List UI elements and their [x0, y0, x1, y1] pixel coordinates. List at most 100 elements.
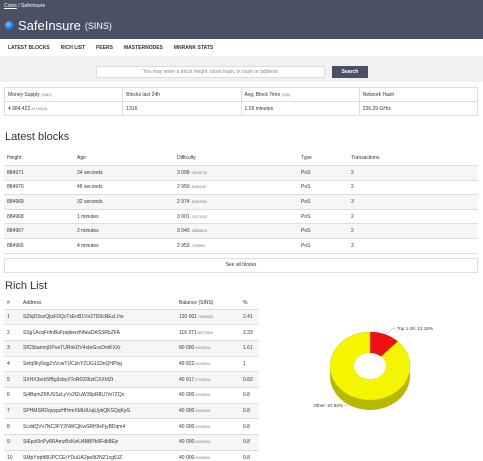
- latest-blocks-table: Height Age Difficulty Type Transactions …: [4, 151, 478, 254]
- rich-address[interactable]: Sefq9ky5qgZsVcwTUCshYZUG1S3nQHPbg: [20, 356, 176, 373]
- search-input[interactable]: You may enter a block height, block hash…: [96, 66, 325, 78]
- block-difficulty: 3 001 .21571932: [174, 209, 298, 224]
- balance-value: 116 371: [179, 329, 197, 336]
- table-header-row: Height Age Difficulty Type Transactions: [4, 151, 478, 167]
- rich-address[interactable]: SPHMSRDquypzHHrmXMUtUujUybQKSQqKyG: [20, 403, 176, 420]
- rich-address[interactable]: SiEpz6InPy8RAmzBcKieU4BBPb9Fdk8Ejv: [20, 434, 176, 451]
- table-row[interactable]: 10 SMpYrqfd8UPCCErYDuUA2pe8t2NZ1cg6JZ 40 0…: [4, 450, 259, 461]
- nav-mnrank-stats[interactable]: MNRANK STATS: [174, 45, 213, 51]
- coin-logo-icon: [5, 21, 14, 30]
- block-height[interactable]: 884969: [4, 194, 74, 210]
- rich-balance: 40 917.27000000: [176, 371, 240, 388]
- block-tx-count: 3: [348, 194, 478, 210]
- search-button[interactable]: Search: [332, 66, 368, 78]
- donut-hole: [354, 353, 386, 379]
- table-row[interactable]: 1 SZtqD3ozQjtzF0QcTxEnB1Vn27D6cREcLVw 120 …: [4, 309, 259, 326]
- table-header-row: # Address Balance (SINS) %: [4, 297, 259, 310]
- col-transactions: Transactions: [348, 151, 478, 167]
- nav-masternodes[interactable]: MASTERNODES: [124, 45, 163, 51]
- difficulty-value: 3 040: [177, 228, 190, 235]
- rich-address[interactable]: SMpYrqfd8UPCCErYDuUA2pe8t2NZ1cg6JZ: [20, 450, 176, 461]
- difficulty-decimals: .7429959: [190, 243, 206, 248]
- balance-value: 80 000: [179, 345, 195, 352]
- rich-percent: 0.8: [240, 418, 259, 435]
- rich-address[interactable]: SZtqD3ozQjtzF0QcTxEnB1Vn27D6cREcLVw: [20, 309, 176, 326]
- table-row[interactable]: 884969 32 seconds 2 974 .61637505 PoS 3: [4, 194, 478, 210]
- block-difficulty: 2 953 .7429959: [174, 239, 298, 254]
- balance-decimals: .00000000: [194, 440, 211, 445]
- col-rank: #: [4, 297, 20, 310]
- col-balance: Balance (SINS): [176, 297, 240, 310]
- table-row[interactable]: 7 SPHMSRDquypzHHrmXMUtUujUybQKSQqKyG 40 00…: [4, 403, 259, 420]
- rich-rank: 9: [4, 434, 20, 451]
- table-row[interactable]: 884966 4 minutes 2 953 .7429959 PoS 3: [4, 239, 478, 254]
- stat-avg-block-time: Avg. Block Time (24h) 1.09 minutes: [242, 88, 360, 115]
- table-row[interactable]: 2 SSg1AcqFnfnBuFpqkierzNhkaDASSRbZFA 116 3…: [4, 324, 259, 341]
- block-tx-count: 3: [351, 242, 354, 249]
- rich-percent: 0.8: [240, 450, 259, 461]
- difficulty-decimals: .05839815: [190, 229, 207, 234]
- rich-percent: 2.41: [240, 309, 259, 326]
- col-height: Height: [4, 151, 74, 167]
- block-type: PoS: [301, 242, 311, 249]
- table-row[interactable]: 6 Sj4BqmZKfUSSzLyVx2fZuW36pR8U7m7ZQo 40 00…: [4, 387, 259, 404]
- rich-balance: 40 000.00000000: [176, 434, 240, 451]
- rich-address[interactable]: ScddQVv7NC3FY2NWCjKwSRH9xFjyBDqm4: [20, 418, 176, 435]
- block-age: 24 seconds: [74, 165, 174, 181]
- block-difficulty: 3 040 .05839815: [174, 223, 298, 239]
- stat-value: 1.09 minutes: [244, 106, 274, 112]
- stat-blocks-24h: Blocks last 24h 1316: [123, 88, 242, 115]
- rich-rank: 5: [4, 371, 20, 388]
- see-all-blocks-button[interactable]: See all blocks: [4, 258, 478, 273]
- table-row[interactable]: 884970 46 seconds 2 950 .82804187 PoS 2: [4, 180, 478, 195]
- block-height[interactable]: 884967: [4, 223, 74, 239]
- coin-name: SafeInsure: [18, 18, 81, 33]
- rich-percent: 1: [240, 356, 259, 373]
- breadcrumb-coins-link[interactable]: Coins: [4, 3, 17, 9]
- difficulty-value: 3 099: [177, 169, 190, 176]
- rich-rank: 1: [4, 309, 20, 326]
- rich-address[interactable]: SXHX3erk5fBg3sbyXToR6936ztCXXhfZt: [20, 371, 176, 388]
- rich-percent: 2.33: [240, 324, 259, 341]
- rich-address[interactable]: SfC5banmjUPueTURnkDV4xbrGvsDmKXXr: [20, 340, 176, 357]
- rich-balance: 40 000.00000000: [176, 450, 240, 461]
- col-address: Address: [20, 297, 176, 310]
- rich-address[interactable]: SSg1AcqFnfnBuFpqkierzNhkaDASSRbZFA: [20, 324, 176, 341]
- block-height[interactable]: 884968: [4, 209, 74, 224]
- difficulty-decimals: .21571932: [190, 214, 207, 219]
- pie-label-0: Top 1-25: 12.18%: [397, 326, 433, 331]
- coin-symbol: (SINS): [84, 20, 112, 31]
- nav-latest-blocks[interactable]: LATEST BLOCKS: [8, 45, 50, 51]
- search-bar: You may enter a block height, block hash…: [0, 56, 483, 82]
- block-age: 46 seconds: [77, 184, 103, 191]
- block-height[interactable]: 884970: [4, 180, 74, 195]
- table-row[interactable]: 884971 24 seconds 3 099 .29136716 PoS 2: [4, 165, 478, 181]
- rich-balance: 120 001.70000000: [176, 309, 240, 326]
- block-height[interactable]: 884966: [4, 239, 74, 254]
- block-type: PoS: [298, 165, 348, 181]
- main-nav: LATEST BLOCKS RICH LIST PEERS MASTERNODE…: [8, 45, 213, 51]
- block-difficulty: 2 950 .82804187: [174, 180, 298, 195]
- table-row[interactable]: 3 SfC5banmjUPueTURnkDV4xbrGvsDmKXXr 80 000…: [4, 340, 259, 357]
- rich-balance: 49 822.00000000: [176, 356, 240, 373]
- table-row[interactable]: 884967 2 minutes 3 040 .05839815 PoS 2: [4, 223, 478, 239]
- balance-decimals: .70000000: [197, 314, 214, 319]
- table-row[interactable]: 8 ScddQVv7NC3FY2NWCjKwSRH9xFjyBDqm4 40 000…: [4, 418, 259, 435]
- stat-label: Network Hash: [362, 92, 395, 98]
- table-row[interactable]: 884968 1 minutes 3 001 .21571932 PoS 2: [4, 209, 478, 224]
- table-row[interactable]: 5 SXHX3erk5fBg3sbyXToR6936ztCXXhfZt 40 917…: [4, 371, 259, 388]
- nav-rich-list[interactable]: RICH LIST: [61, 45, 85, 51]
- block-height[interactable]: 884971: [4, 165, 74, 181]
- balance-value: 40 000: [179, 392, 195, 399]
- difficulty-decimals: .29136716: [190, 170, 207, 175]
- stat-value: 226.29 GH/s: [362, 106, 391, 112]
- rich-address[interactable]: Sj4BqmZKfUSSzLyVx2fZuW36pR8U7m7ZQo: [20, 387, 176, 404]
- balance-decimals: .00000000: [194, 393, 211, 398]
- table-row[interactable]: 9 SiEpz6InPy8RAmzBcKieU4BBPb9Fdk8Ejv 40 00…: [4, 434, 259, 451]
- block-age: 2 minutes: [74, 223, 174, 239]
- nav-peers[interactable]: PEERS: [96, 45, 113, 51]
- stats-panel: Money Supply (SINS) 4 984 422.41749416 B…: [4, 87, 478, 116]
- pie-label-1: Other: 87.82%: [313, 403, 343, 408]
- difficulty-value: 2 953: [177, 242, 190, 249]
- table-row[interactable]: 4 Sefq9ky5qgZsVcwTUCshYZUG1S3nQHPbg 49 822…: [4, 356, 259, 373]
